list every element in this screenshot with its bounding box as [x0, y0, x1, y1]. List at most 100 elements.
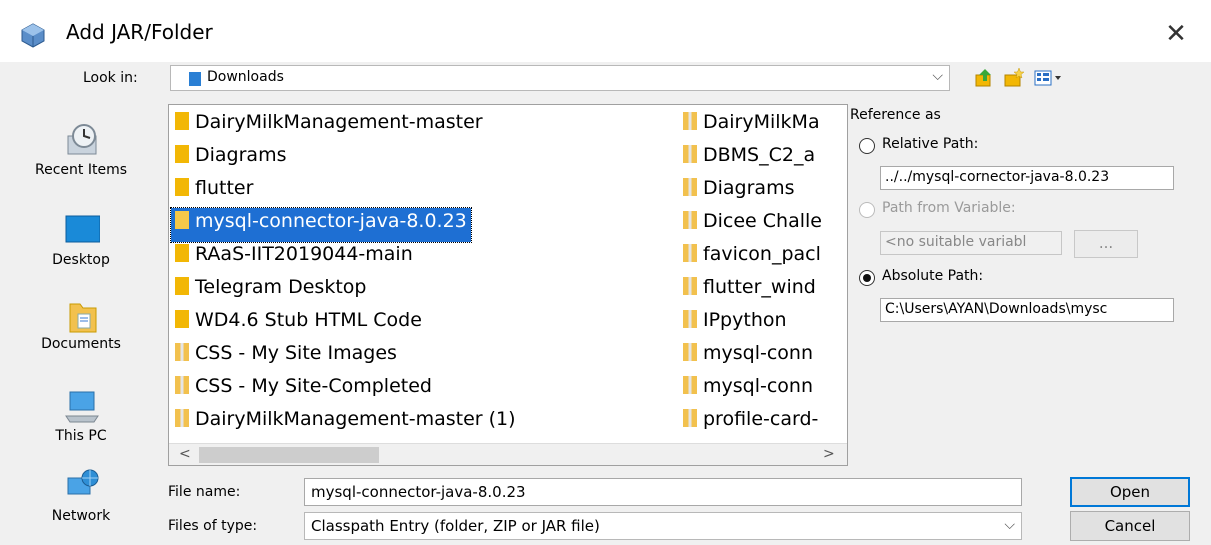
absolute-path-radio[interactable] [859, 270, 875, 286]
file-type-value: Classpath Entry (folder, ZIP or JAR file… [311, 517, 600, 535]
place-recent-items[interactable]: Recent Items [10, 116, 152, 196]
browse-variable-button[interactable]: ... [1074, 230, 1138, 258]
file-name-text: Telegram Desktop [195, 276, 367, 298]
file-list-item[interactable]: CSS - My Site Images [171, 340, 401, 374]
file-list-item[interactable]: mysql-conn [679, 340, 817, 374]
file-list-item[interactable]: DairyMilkManagement-master [171, 109, 487, 143]
place-label: Recent Items [35, 162, 127, 178]
downloads-folder-icon [189, 72, 201, 86]
zip-folder-icon [683, 277, 697, 295]
file-list-item[interactable]: DairyMilkMa [679, 109, 824, 143]
file-list-item[interactable]: Diagrams [679, 175, 798, 209]
zip-folder-icon [683, 376, 697, 394]
file-name-text: RAaS-IIT2019044-main [195, 243, 413, 265]
file-name-text: mysql-connector-java-8.0.23 [195, 210, 467, 232]
place-network[interactable]: Network [10, 466, 152, 538]
zip-folder-icon [175, 343, 189, 361]
documents-icon [69, 303, 97, 333]
file-name-text: CSS - My Site-Completed [195, 375, 432, 397]
file-name-text: mysql-conn [703, 342, 814, 364]
folder-icon [175, 178, 189, 196]
path-from-variable-radio[interactable] [859, 202, 875, 218]
file-name-text: mysql-conn [703, 375, 814, 397]
relative-path-label: Relative Path: [882, 136, 979, 152]
file-name-text: profile-card- [703, 408, 819, 430]
absolute-path-label: Absolute Path: [882, 268, 984, 284]
file-name-text: DairyMilkManagement-master (1) [195, 408, 516, 430]
file-name-text: WD4.6 Stub HTML Code [195, 309, 422, 331]
file-list-item[interactable]: CSS - My Site-Completed [171, 373, 436, 407]
file-list-item[interactable]: flutter_wind [679, 274, 820, 308]
file-list-item[interactable]: Telegram Desktop [171, 274, 370, 308]
scroll-right-icon[interactable]: > [823, 446, 835, 462]
file-list-item[interactable]: IPpython [679, 307, 791, 341]
look-in-dropdown[interactable]: Downloads ⌵ [170, 65, 950, 91]
file-list-item[interactable]: flutter [171, 175, 257, 209]
file-list-item[interactable]: Diagrams [171, 142, 290, 176]
folder-icon [175, 211, 189, 229]
zip-folder-icon [683, 343, 697, 361]
file-name-input[interactable]: mysql-connector-java-8.0.23 [304, 478, 1022, 506]
file-list[interactable]: DairyMilkManagement-master Diagrams flutte… [168, 104, 848, 466]
file-list-item[interactable]: DBMS_C2_a [679, 142, 819, 176]
zip-folder-icon [683, 211, 697, 229]
file-name-text: IPpython [703, 309, 787, 331]
file-list-item[interactable]: mysql-connector-java-8.0.23 [170, 207, 472, 243]
zip-folder-icon [683, 409, 697, 427]
folder-icon [175, 145, 189, 163]
file-list-item[interactable]: RAaS-IIT2019044-main [171, 241, 417, 275]
file-name-text: flutter [195, 177, 254, 199]
scroll-thumb[interactable] [199, 447, 379, 463]
file-list-item[interactable]: mysql-conn [679, 373, 817, 407]
reference-heading: Reference as [850, 107, 941, 123]
folder-icon [175, 277, 189, 295]
place-label: Documents [41, 336, 121, 352]
title-bar: Add JAR/Folder ✕ [0, 0, 1211, 62]
scroll-left-icon[interactable]: < [179, 446, 191, 462]
relative-path-radio[interactable] [859, 138, 875, 154]
place-label: This PC [55, 428, 107, 444]
look-in-value: Downloads [207, 69, 284, 85]
file-type-dropdown[interactable]: Classpath Entry (folder, ZIP or JAR file… [304, 512, 1022, 540]
place-this-pc[interactable]: This PC [10, 382, 152, 462]
place-documents[interactable]: Documents [10, 296, 152, 376]
file-name-label: File name: [168, 484, 241, 500]
computer-icon [65, 391, 99, 423]
horizontal-scrollbar[interactable]: < > [169, 443, 847, 465]
folder-icon [175, 244, 189, 262]
folder-icon [175, 112, 189, 130]
places-bar: Recent Items Desktop Documents This PC N… [10, 102, 152, 538]
zip-folder-icon [683, 244, 697, 262]
file-name-text: DBMS_C2_a [703, 144, 816, 166]
folder-icon [175, 310, 189, 328]
place-desktop[interactable]: Desktop [10, 206, 152, 286]
zip-folder-icon [683, 145, 697, 163]
zip-folder-icon [175, 376, 189, 394]
view-menu-icon[interactable] [1034, 67, 1064, 89]
file-list-item[interactable]: Dicee Challe [679, 208, 826, 242]
path-from-variable-label: Path from Variable: [882, 200, 1016, 216]
file-name-text: Dicee Challe [703, 210, 822, 232]
zip-folder-icon [683, 310, 697, 328]
file-list-item[interactable]: DairyMilkManagement-master (1) [171, 406, 520, 440]
zip-folder-icon [683, 112, 697, 130]
up-one-level-icon[interactable] [974, 67, 994, 89]
file-name-text: CSS - My Site Images [195, 342, 397, 364]
open-button[interactable]: Open [1070, 477, 1190, 507]
file-list-item[interactable]: WD4.6 Stub HTML Code [171, 307, 426, 341]
relative-path-field[interactable]: ../../mysql-cornector-java-8.0.23 [880, 166, 1174, 190]
cancel-button[interactable]: Cancel [1070, 511, 1190, 541]
file-list-item[interactable]: favicon_pacl [679, 241, 825, 275]
look-in-label: Look in: [83, 70, 138, 86]
absolute-path-field[interactable]: C:\Users\AYAN\Downloads\mysc [880, 298, 1174, 322]
file-list-item[interactable]: profile-card- [679, 406, 822, 440]
variable-field[interactable]: <no suitable variabl [880, 231, 1062, 255]
desktop-icon [65, 215, 100, 243]
java-cup-icon [21, 23, 45, 48]
close-icon[interactable]: ✕ [1158, 16, 1194, 52]
chevron-down-icon: ⌵ [932, 68, 943, 84]
new-folder-icon[interactable] [1004, 67, 1024, 89]
zip-folder-icon [683, 178, 697, 196]
file-name-text: flutter_wind [703, 276, 816, 298]
file-name-text: DairyMilkManagement-master [195, 111, 483, 133]
